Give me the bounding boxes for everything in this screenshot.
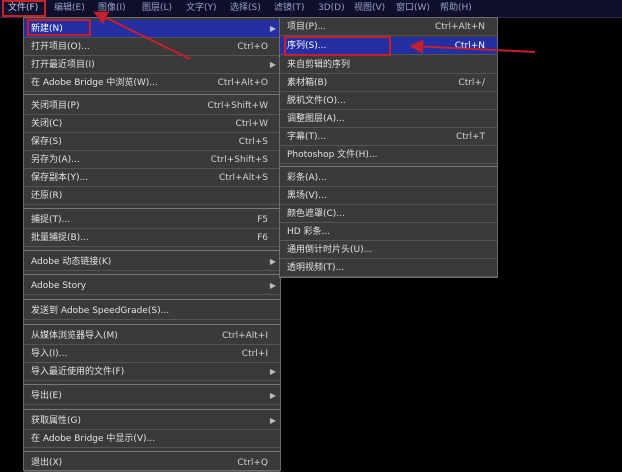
arrow-to-sequence bbox=[409, 39, 536, 54]
arrow-to-new bbox=[93, 11, 191, 60]
annotation-arrows bbox=[93, 11, 536, 60]
